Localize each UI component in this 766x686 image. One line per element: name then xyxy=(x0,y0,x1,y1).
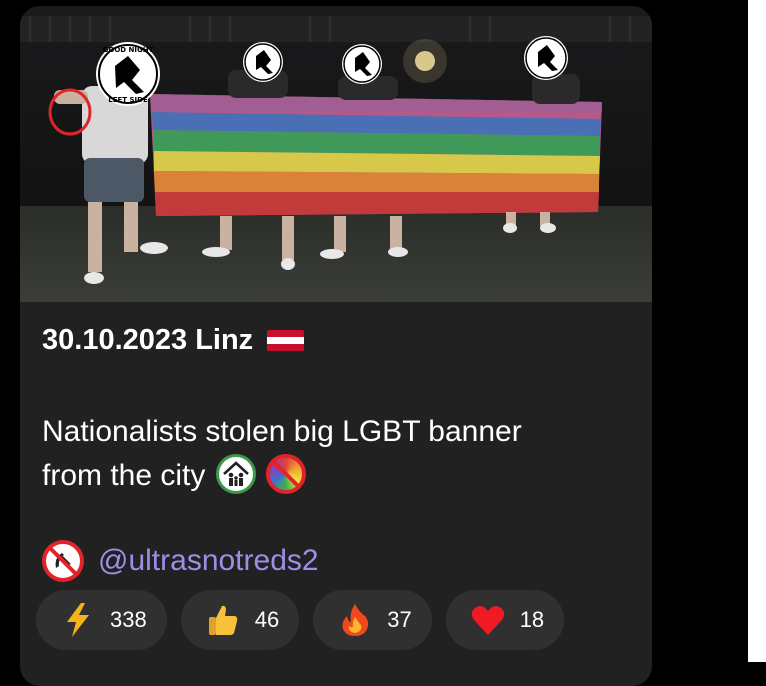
reaction-count: 37 xyxy=(387,607,412,632)
reaction-count: 46 xyxy=(254,607,280,632)
reactions-bar: 338 46 37 18 xyxy=(36,590,565,650)
source-handle-link[interactable]: @ultrasnotreds2 xyxy=(98,544,319,578)
rainbow-banner xyxy=(150,94,602,216)
message-line-1: Nationalists stolen big LGBT banner xyxy=(42,415,522,448)
heart-icon xyxy=(468,604,508,636)
photo-illustration: GOOD NIGHT LEFT SIDE xyxy=(20,6,652,302)
reaction-count: 18 xyxy=(519,607,545,632)
reaction-count: 338 xyxy=(110,607,147,632)
source-line: @ultrasnotreds2 xyxy=(40,540,319,582)
post-heading: 30.10.2023 Linz xyxy=(42,324,305,357)
date-location-text: 30.10.2023 Linz xyxy=(42,324,254,356)
sticker-icon xyxy=(524,36,568,80)
austria-flag-icon xyxy=(267,329,305,352)
right-panel xyxy=(748,0,766,662)
no-rainbow-icon xyxy=(266,454,307,494)
post-message: Nationalists stolen big LGBT banner from… xyxy=(42,410,622,498)
post-photo[interactable]: GOOD NIGHT LEFT SIDE xyxy=(20,6,652,302)
thumbs-up-icon xyxy=(203,603,243,637)
fence xyxy=(20,16,652,42)
message-line-2: from the city xyxy=(42,459,206,492)
sticker-icon xyxy=(342,44,382,84)
good-night-left-side-sticker-icon: GOOD NIGHT LEFT SIDE xyxy=(96,42,160,106)
svg-text:GOOD NIGHT: GOOD NIGHT xyxy=(103,46,154,54)
svg-text:LEFT SIDE: LEFT SIDE xyxy=(108,96,148,104)
lightning-icon xyxy=(58,603,98,637)
reaction-lightning[interactable]: 338 xyxy=(36,590,167,650)
fire-icon xyxy=(335,603,375,637)
reaction-thumbs-up[interactable]: 46 xyxy=(180,590,300,650)
reaction-fire[interactable]: 37 xyxy=(313,590,432,650)
sticker-icon xyxy=(243,42,283,82)
reaction-heart[interactable]: 18 xyxy=(445,590,565,650)
message-card: GOOD NIGHT LEFT SIDE 30.10.2023 Linz Nat… xyxy=(20,6,652,686)
no-communism-icon xyxy=(42,540,84,582)
family-house-icon xyxy=(215,454,256,494)
